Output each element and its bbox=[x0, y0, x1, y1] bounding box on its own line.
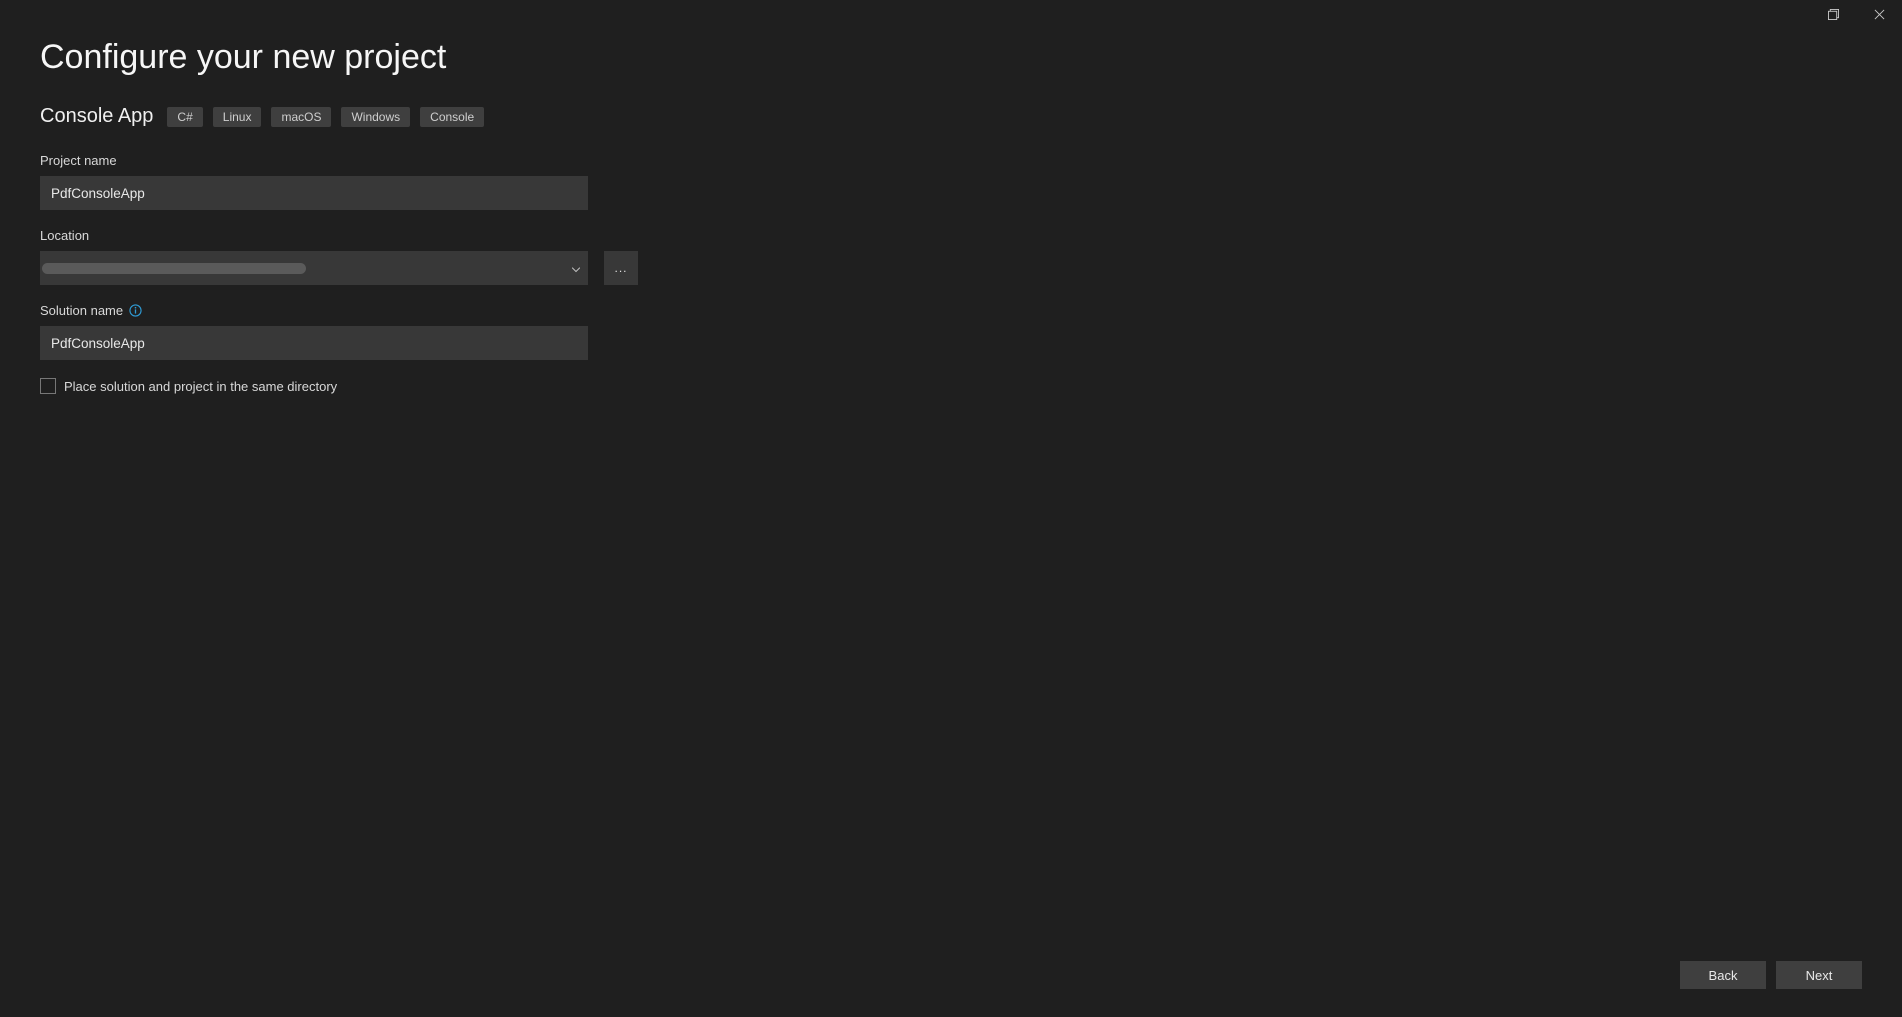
info-icon[interactable] bbox=[129, 304, 142, 317]
tag-macos: macOS bbox=[271, 107, 331, 127]
window-titlebar bbox=[1810, 0, 1902, 30]
next-button[interactable]: Next bbox=[1776, 961, 1862, 989]
wizard-footer: Back Next bbox=[1680, 961, 1862, 989]
template-row: Console App C# Linux macOS Windows Conso… bbox=[40, 105, 690, 128]
solution-name-label: Solution name bbox=[40, 303, 690, 318]
close-icon bbox=[1874, 8, 1885, 23]
tag-console: Console bbox=[420, 107, 484, 127]
main-content: Configure your new project Console App C… bbox=[40, 38, 690, 394]
project-name-label: Project name bbox=[40, 153, 690, 168]
template-tags: C# Linux macOS Windows Console bbox=[167, 107, 484, 127]
location-label: Location bbox=[40, 228, 690, 243]
window-close-button[interactable] bbox=[1856, 0, 1902, 30]
solution-name-label-text: Solution name bbox=[40, 303, 123, 318]
maximize-icon bbox=[1828, 8, 1839, 23]
window-maximize-button[interactable] bbox=[1810, 0, 1856, 30]
solution-name-group: Solution name bbox=[40, 303, 690, 360]
same-directory-checkbox-label[interactable]: Place solution and project in the same d… bbox=[64, 379, 337, 394]
location-combo[interactable] bbox=[40, 251, 588, 285]
location-redacted-path bbox=[42, 263, 306, 274]
project-name-input[interactable] bbox=[40, 176, 588, 210]
location-group: Location ... bbox=[40, 228, 690, 285]
tag-windows: Windows bbox=[341, 107, 410, 127]
tag-csharp: C# bbox=[167, 107, 202, 127]
solution-name-input[interactable] bbox=[40, 326, 588, 360]
same-directory-checkbox[interactable] bbox=[40, 378, 56, 394]
page-title: Configure your new project bbox=[40, 38, 690, 77]
tag-linux: Linux bbox=[213, 107, 262, 127]
same-directory-checkbox-row[interactable]: Place solution and project in the same d… bbox=[40, 378, 690, 394]
template-name: Console App bbox=[40, 105, 153, 128]
project-name-group: Project name bbox=[40, 153, 690, 210]
back-button[interactable]: Back bbox=[1680, 961, 1766, 989]
browse-location-button[interactable]: ... bbox=[604, 251, 638, 285]
